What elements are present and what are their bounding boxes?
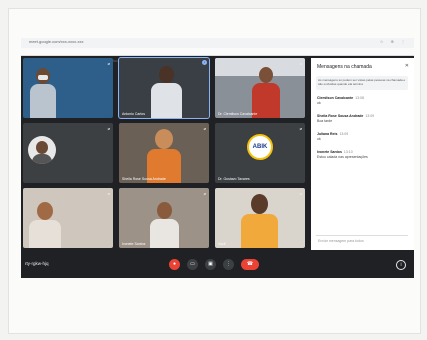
chat-panel: Mensagens na chamada ✕ As mensagens só p…: [311, 58, 414, 250]
chat-message: Juliana Reis 13:09 ok: [317, 132, 407, 141]
participant-name: Dr. Clemilson Cavalcante: [218, 112, 258, 116]
url-text[interactable]: meet.google.com/xxx-xxxx-xxx: [29, 39, 83, 44]
mic-off-icon: ⌀: [107, 61, 110, 66]
participant-tile[interactable]: ⌀ Sheila Rose Sousa Andrade: [119, 123, 209, 183]
speaking-icon: •: [202, 60, 207, 65]
participant-tile[interactable]: ⌀: [23, 58, 113, 118]
participant-name: Sheila Rose Sousa Andrade: [122, 177, 166, 181]
participant-name: Dr. Gustavo Tavares: [218, 177, 250, 181]
info-icon[interactable]: i: [396, 260, 406, 270]
participant-video: [259, 67, 273, 83]
mic-off-icon: ⌀: [299, 61, 302, 66]
message-sender: Juliana Reis: [317, 132, 338, 136]
participant-video: [155, 129, 173, 149]
participant-name: Você: [218, 242, 226, 246]
participant-video: [150, 219, 179, 248]
message-text: ok: [317, 101, 321, 105]
message-time: 13:08: [355, 96, 364, 100]
participant-tile[interactable]: ⌀ Ivonete Santos: [119, 188, 209, 248]
message-text: ok: [317, 137, 321, 141]
mic-off-icon: ⌀: [203, 126, 206, 131]
participant-video: [157, 202, 172, 219]
face-mask: [38, 75, 48, 80]
participant-tile[interactable]: • Antonio Carlos: [118, 57, 210, 119]
organization-logo: ABIK: [247, 134, 273, 160]
chat-message: Sheila Rose Sousa Andrade 13:09 Boa tarde: [317, 114, 407, 123]
message-text: Boa tarde: [317, 119, 333, 123]
participant-tile[interactable]: ⌀: [23, 188, 113, 248]
mic-off-icon: ⌀: [107, 191, 110, 196]
chat-notice: As mensagens só podem ser vistas pelas p…: [316, 76, 408, 90]
message-sender: Clemilson Cavalcante: [317, 96, 354, 100]
participant-video: [151, 83, 182, 118]
message-time: 13:10: [343, 150, 353, 154]
participant-grid: ⌀ • Antonio Carlos ⌀ Dr. Clemilson Caval…: [23, 57, 307, 250]
participant-tile[interactable]: ABIK ⌀ Dr. Gustavo Tavares: [215, 123, 305, 183]
participant-tile[interactable]: ⌀ Dr. Clemilson Cavalcante: [215, 58, 305, 118]
bookmarks-bar: Apps Gmail YouTube Maps Notícias Traduto…: [21, 48, 414, 63]
laptop-screen: meet.google.com/xxx-xxxx-xxx ☆ ⊕ ⋮ Apps …: [21, 38, 414, 278]
mic-off-icon: ⌀: [299, 191, 302, 196]
message-sender: Ivonete Santos: [317, 150, 342, 154]
chat-input[interactable]: Enviar mensagem para todos: [316, 235, 408, 244]
hang-up-icon[interactable]: ☎: [241, 259, 259, 270]
mic-off-icon: ⌀: [203, 191, 206, 196]
participant-tile[interactable]: ⌀ Você: [215, 188, 305, 248]
present-icon[interactable]: ▣: [205, 259, 216, 270]
message-text: Estou calada nas apresentações: [317, 155, 368, 159]
more-icon[interactable]: ⋮: [223, 259, 234, 270]
participant-tile[interactable]: ⌀: [23, 123, 113, 183]
message-time: 13:09: [339, 132, 349, 136]
participant-name: Ivonete Santos: [122, 242, 146, 246]
mic-off-icon[interactable]: ●: [169, 259, 180, 270]
participant-name: Antonio Carlos: [122, 112, 145, 116]
browser-toolbar-icons[interactable]: ☆ ⊕ ⋮: [380, 39, 408, 44]
participant-video: [241, 214, 278, 248]
participant-video: [30, 84, 56, 118]
chat-title: Mensagens na chamada: [317, 64, 372, 70]
message-time: 13:09: [365, 114, 375, 118]
participant-video: [29, 220, 61, 248]
participant-video: [251, 194, 268, 214]
meeting-controls-bar: rty-rgkw-hjq ● ▭ ▣ ⋮ ☎ i: [21, 252, 414, 278]
camera-icon[interactable]: ▭: [187, 259, 198, 270]
mic-off-icon: ⌀: [299, 126, 302, 131]
close-icon[interactable]: ✕: [405, 63, 409, 69]
chat-message: Clemilson Cavalcante 13:08 ok: [317, 96, 407, 105]
message-sender: Sheila Rose Sousa Andrade: [317, 114, 364, 118]
participant-video: [159, 66, 174, 83]
mic-off-icon: ⌀: [107, 126, 110, 131]
chat-message: Ivonete Santos 13:10 Estou calada nas apr…: [317, 150, 407, 159]
avatar: [28, 136, 56, 164]
participant-video: [37, 202, 53, 220]
meeting-code: rty-rgkw-hjq: [25, 261, 49, 266]
